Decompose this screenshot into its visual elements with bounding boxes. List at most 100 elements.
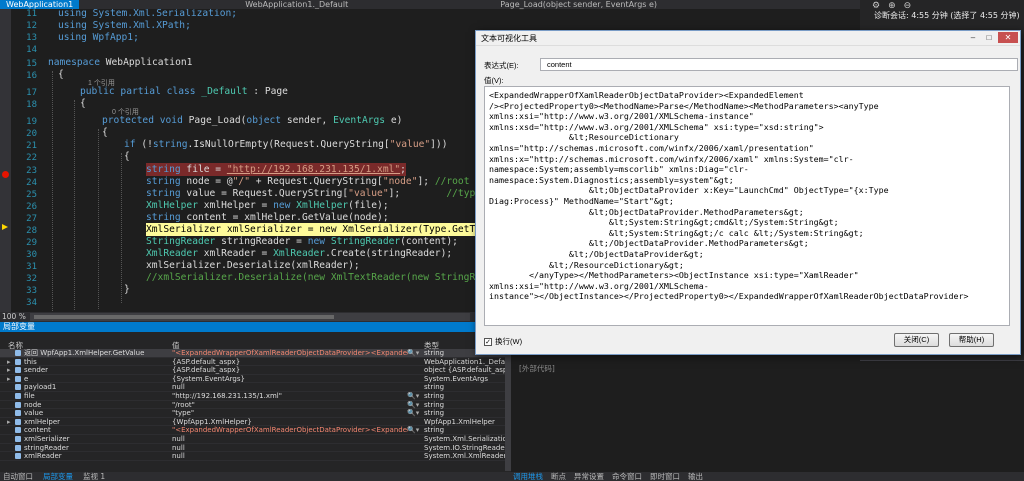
locals-row[interactable]: payload1 null string <box>0 383 505 392</box>
minimize-icon[interactable]: – <box>966 32 980 43</box>
maximize-icon[interactable]: □ <box>982 32 996 43</box>
var-value[interactable]: {ASP.default_aspx} <box>172 358 408 367</box>
locals-row[interactable]: content "<ExpandedWrapperOfXamlReaderObje… <box>0 426 505 435</box>
variable-icon <box>15 358 21 365</box>
code-text: //xmlSerializer.Deserialize(new XmlTextR… <box>146 272 475 283</box>
magnifier-icon[interactable]: 🔍▾ <box>407 392 421 401</box>
dialog-title-bar[interactable]: 文本可视化工具 <box>476 31 1020 46</box>
variable-icon <box>15 375 21 382</box>
locals-row[interactable]: value "type" 🔍▾ string <box>0 409 505 418</box>
expression-field[interactable]: content <box>540 58 1018 71</box>
tab-exception-settings[interactable]: 异常设置 <box>574 472 604 481</box>
tab-method[interactable]: Page_Load(object sender, EventArgs e) <box>494 0 663 9</box>
code-token: StringReader <box>325 236 401 247</box>
tab-autos[interactable]: 自动窗口 <box>3 472 33 481</box>
locals-row[interactable]: stringReader null System.IO.StringReader <box>0 444 506 453</box>
expand-icon[interactable]: ▸ <box>7 375 15 384</box>
tab-class[interactable]: WebApplication1._Default <box>239 0 354 9</box>
tab-immediate-window[interactable]: 即时窗口 <box>650 472 680 481</box>
expand-icon[interactable]: ▸ <box>7 358 15 367</box>
locals-row[interactable]: file "http://192.168.231.135/1.xml" 🔍▾ stri… <box>0 392 505 401</box>
code-line-32: //xmlSerializer.Deserialize(new XmlTextR… <box>146 271 475 284</box>
bottom-tool-tabs: 调用堆栈 断点 异常设置 命令窗口 即时窗口 输出 <box>511 472 1024 481</box>
var-value[interactable]: {ASP.default_aspx} <box>172 366 408 375</box>
locals-row[interactable]: xmlSerializer null System.Xml.Serializatio… <box>0 435 506 444</box>
code-token: { <box>124 151 130 162</box>
line-number: 16 <box>26 71 37 81</box>
line-number-gutter: 11 12 13 14 15 16 17 18 19 20 21 22 23 2… <box>0 9 40 312</box>
scrollbar-thumb[interactable] <box>34 315 334 319</box>
locals-row[interactable]: 返回 WpfApp1.XmlHelper.GetValue "<ExpandedW… <box>0 349 505 358</box>
right-lower-pane <box>860 360 1024 481</box>
code-token: value = Request.QueryString[ <box>180 188 349 199</box>
tab-output[interactable]: 输出 <box>688 472 703 481</box>
var-value[interactable]: "<ExpandedWrapperOfXamlReaderObjectDataP… <box>172 426 408 435</box>
code-token: xmlReader = <box>197 248 274 259</box>
var-value[interactable]: "type" <box>172 409 408 418</box>
word-wrap-checkbox[interactable]: ✓ 换行(W) <box>484 336 522 347</box>
var-value[interactable]: null <box>172 383 408 392</box>
code-area[interactable]: using System.Xml.Serialization; using Sy… <box>46 9 475 312</box>
code-token: string <box>146 188 181 199</box>
locals-row[interactable]: xmlReader null System.Xml.XmlReader <box>0 452 506 461</box>
var-value[interactable]: {WpfApp1.XmlHelper} <box>172 418 408 427</box>
tab-watch-1[interactable]: 监视 1 <box>83 472 105 481</box>
tab-breakpoints[interactable]: 断点 <box>551 472 566 481</box>
expand-icon[interactable]: ▸ <box>7 366 15 375</box>
code-text: } <box>124 284 130 295</box>
close-button[interactable]: 关闭(C) <box>894 333 939 347</box>
locals-header: 名称 值 类型 <box>0 340 511 350</box>
magnifier-icon[interactable]: 🔍▾ <box>407 401 421 410</box>
code-token: //type <box>446 188 475 199</box>
help-button[interactable]: 帮助(H) <box>949 333 994 347</box>
var-value[interactable]: {System.EventArgs} <box>172 375 408 384</box>
var-type: WpfApp1.XmlHelper <box>424 417 495 426</box>
tab-locals[interactable]: 局部变量 <box>43 472 73 481</box>
code-line-19: protected void Page_Load(object sender, … <box>102 114 402 127</box>
code-token: protected void <box>102 115 183 126</box>
tab-project[interactable]: WebApplication1 <box>0 0 80 9</box>
magnifier-icon[interactable]: 🔍▾ <box>407 349 421 358</box>
locals-vertical-scrollbar[interactable] <box>505 349 511 471</box>
code-token: "/" <box>232 176 250 187</box>
code-token: EventArgs <box>333 115 386 126</box>
var-value[interactable]: null <box>172 435 408 444</box>
code-editor[interactable]: 11 12 13 14 15 16 17 18 19 20 21 22 23 2… <box>0 9 475 312</box>
expand-icon[interactable]: ▸ <box>7 418 15 427</box>
code-token: public partial class <box>80 86 196 97</box>
tab-command-window[interactable]: 命令窗口 <box>612 472 642 481</box>
line-number: 13 <box>26 33 37 43</box>
dialog-title: 文本可视化工具 <box>481 34 537 43</box>
var-type: System.Xml.Serialization.... <box>424 435 506 443</box>
locals-row[interactable]: ▸ e {System.EventArgs} System.EventArgs <box>0 375 505 384</box>
settings-icon[interactable]: ⚙ <box>872 1 880 11</box>
tab-call-stack[interactable]: 调用堆栈 <box>513 472 543 481</box>
close-icon[interactable]: ✕ <box>998 32 1018 43</box>
zoom-in-icon[interactable]: ⊕ <box>888 1 896 11</box>
var-value[interactable]: null <box>172 444 408 453</box>
locals-row[interactable]: ▸ xmlHelper {WpfApp1.XmlHelper} WpfApp1.Xml… <box>0 418 505 427</box>
zoom-level[interactable]: 100 % <box>2 312 26 321</box>
editor-horizontal-scrollbar[interactable] <box>30 313 470 321</box>
code-token: StringReader <box>146 236 216 247</box>
var-value[interactable]: null <box>172 452 408 461</box>
var-value[interactable]: "<ExpandedWrapperOfXamlReaderObjectDataP… <box>172 349 408 358</box>
value-textarea[interactable]: <ExpandedWrapperOfXamlReaderObjectDataPr… <box>484 86 1010 326</box>
zoom-out-icon[interactable]: ⊖ <box>904 1 912 11</box>
code-token[interactable]: "http://192.168.231.135/1.xml" <box>227 164 400 175</box>
var-value[interactable]: "/root" <box>172 401 408 410</box>
code-token: (file); <box>348 200 389 211</box>
code-line-17: public partial class _Default : Page <box>80 85 288 98</box>
var-type: string <box>424 426 445 435</box>
locals-row[interactable]: ▸ this {ASP.default_aspx} WebApplication1._… <box>0 358 506 367</box>
magnifier-icon[interactable]: 🔍▾ <box>407 409 421 418</box>
locals-row[interactable]: node "/root" 🔍▾ string <box>0 401 505 410</box>
code-token: ]; <box>417 176 435 187</box>
code-token: ]; <box>388 188 447 199</box>
magnifier-icon[interactable]: 🔍▾ <box>407 426 421 435</box>
code-text: using WpfApp1; <box>58 32 139 43</box>
line-number: 28 <box>26 226 37 236</box>
checkbox-checked-icon[interactable]: ✓ <box>484 337 492 346</box>
locals-row[interactable]: ▸ sender {ASP.default_aspx} object {ASP.def… <box>0 366 506 375</box>
var-value[interactable]: "http://192.168.231.135/1.xml" <box>172 392 408 401</box>
